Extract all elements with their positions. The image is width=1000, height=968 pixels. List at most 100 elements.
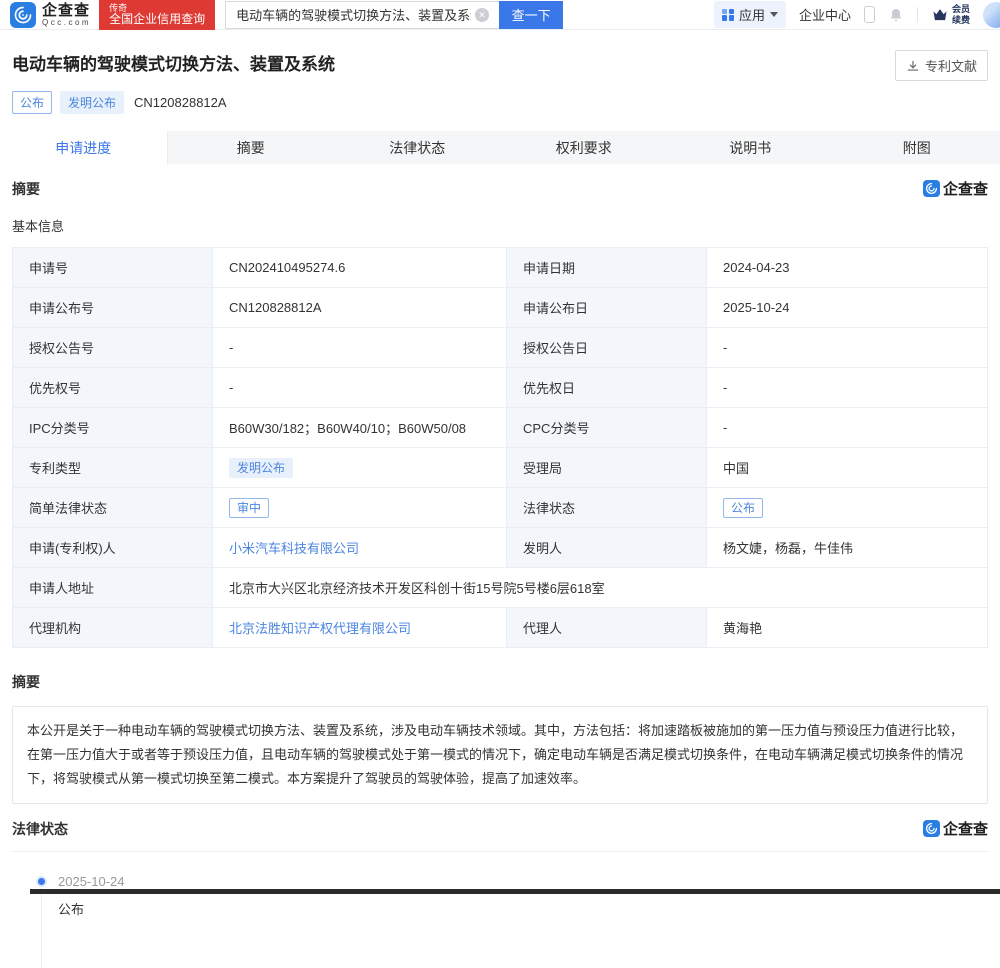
field-value: B60W30/182；B60W40/10；B60W50/08 bbox=[213, 408, 507, 448]
field-value: 小米汽车科技有限公司 bbox=[213, 528, 507, 568]
abstract-text: 本公开是关于一种电动车辆的驾驶模式切换方法、装置及系统，涉及电动车辆技术领域。其… bbox=[12, 706, 988, 804]
entity-link[interactable]: 小米汽车科技有限公司 bbox=[229, 541, 359, 556]
field-value: 审中 bbox=[213, 488, 507, 528]
field-label: 发明人 bbox=[507, 528, 707, 568]
tab-6[interactable]: 附图 bbox=[834, 131, 1000, 164]
qcc-watermark-icon bbox=[923, 820, 940, 837]
apps-label: 应用 bbox=[739, 5, 765, 24]
field-label: 简单法律状态 bbox=[13, 488, 213, 528]
ribbon-line2: 全国企业信用查询 bbox=[109, 13, 205, 27]
field-value: CN202410495274.6 bbox=[213, 248, 507, 288]
summary-section-title: 摘要 bbox=[12, 179, 40, 199]
tab-5[interactable]: 说明书 bbox=[667, 131, 834, 164]
table-row: IPC分类号B60W30/182；B60W40/10；B60W50/08CPC分… bbox=[13, 408, 988, 448]
field-label: 优先权号 bbox=[13, 368, 213, 408]
brand-block[interactable]: 企查查 Qcc.com bbox=[42, 3, 91, 27]
enterprise-center-link[interactable]: 企业中心 bbox=[799, 5, 851, 24]
table-row: 申请公布号CN120828812A申请公布日2025-10-24 bbox=[13, 288, 988, 328]
status-badge: 公布 bbox=[723, 498, 763, 518]
qcc-watermark: 企查查 bbox=[923, 178, 988, 199]
patent-document-button[interactable]: 专利文献 bbox=[895, 50, 988, 81]
field-label: CPC分类号 bbox=[507, 408, 707, 448]
tab-2[interactable]: 摘要 bbox=[168, 131, 335, 164]
apps-menu[interactable]: 应用 bbox=[714, 1, 786, 28]
field-label: 申请号 bbox=[13, 248, 213, 288]
nav-divider bbox=[917, 7, 918, 22]
field-label: 专利类型 bbox=[13, 448, 213, 488]
field-value: - bbox=[707, 328, 988, 368]
tab-1[interactable]: 申请进度 bbox=[0, 131, 168, 164]
field-value: - bbox=[213, 368, 507, 408]
timeline-date: 2025-10-24 bbox=[58, 874, 988, 889]
table-row: 授权公告号-授权公告日- bbox=[13, 328, 988, 368]
field-label: 受理局 bbox=[507, 448, 707, 488]
crown-icon bbox=[931, 7, 949, 23]
chevron-down-icon bbox=[770, 12, 778, 17]
field-label: 授权公告日 bbox=[507, 328, 707, 368]
field-value: 2024-04-23 bbox=[707, 248, 988, 288]
search-input[interactable] bbox=[225, 1, 499, 29]
field-value: 黄海艳 bbox=[707, 608, 988, 648]
qcc-logo-icon[interactable] bbox=[10, 2, 36, 28]
mobile-app-icon[interactable] bbox=[864, 6, 875, 23]
top-bar: 企查查 Qcc.com 传奇 全国企业信用查询 ✕ 查一下 应用 企业中心 bbox=[0, 0, 1000, 30]
field-value: CN120828812A bbox=[213, 288, 507, 328]
search-clear-icon[interactable]: ✕ bbox=[475, 8, 489, 22]
badge-row: 公布 发明公布 CN120828812A bbox=[12, 91, 988, 113]
field-label: 代理机构 bbox=[13, 608, 213, 648]
table-row: 申请号CN202410495274.6申请日期2024-04-23 bbox=[13, 248, 988, 288]
legal-status-section-title: 法律状态 bbox=[12, 819, 68, 839]
bell-icon[interactable] bbox=[888, 7, 904, 23]
table-row: 申请人地址北京市大兴区北京经济技术开发区科创十街15号院5号楼6层618室 bbox=[13, 568, 988, 608]
apps-grid-icon bbox=[722, 9, 734, 21]
table-row: 简单法律状态审中 法律状态公布 bbox=[13, 488, 988, 528]
bottom-edge-bar bbox=[30, 889, 1000, 894]
tab-4[interactable]: 权利要求 bbox=[501, 131, 668, 164]
field-label: 法律状态 bbox=[507, 488, 707, 528]
status-badge: 公布 bbox=[12, 91, 52, 114]
search-button[interactable]: 查一下 bbox=[499, 1, 563, 29]
basic-info-title: 基本信息 bbox=[12, 216, 988, 235]
field-label: 授权公告号 bbox=[13, 328, 213, 368]
field-label: 代理人 bbox=[507, 608, 707, 648]
field-label: 申请公布日 bbox=[507, 288, 707, 328]
member-renew-button[interactable]: 会员 续费 bbox=[931, 4, 970, 26]
field-value: 2025-10-24 bbox=[707, 288, 988, 328]
legal-status-section-header: 法律状态 企查查 bbox=[12, 818, 988, 839]
table-row: 优先权号-优先权日- bbox=[13, 368, 988, 408]
status-badge: 发明公布 bbox=[229, 458, 293, 478]
brand-ribbon: 传奇 全国企业信用查询 bbox=[99, 0, 215, 30]
field-value: 中国 bbox=[707, 448, 988, 488]
timeline-event: 公布 bbox=[58, 899, 988, 918]
page-title: 电动车辆的驾驶模式切换方法、装置及系统 bbox=[12, 50, 335, 75]
tab-bar: 申请进度摘要法律状态权利要求说明书附图 bbox=[0, 131, 1000, 164]
publication-number: CN120828812A bbox=[134, 95, 227, 110]
field-value: - bbox=[213, 328, 507, 368]
entity-link[interactable]: 北京法胜知识产权代理有限公司 bbox=[229, 621, 411, 636]
search-box: ✕ 查一下 bbox=[225, 1, 563, 29]
table-row: 申请(专利权)人小米汽车科技有限公司发明人杨文婕，杨磊，牛佳伟 bbox=[13, 528, 988, 568]
field-value: 杨文婕，杨磊，牛佳伟 bbox=[707, 528, 988, 568]
field-value: - bbox=[707, 368, 988, 408]
field-label: 申请公布号 bbox=[13, 288, 213, 328]
table-row: 专利类型发明公布 受理局中国 bbox=[13, 448, 988, 488]
abstract-section-title: 摘要 bbox=[12, 672, 988, 692]
title-row: 电动车辆的驾驶模式切换方法、装置及系统 专利文献 bbox=[12, 50, 988, 81]
member-text: 会员 续费 bbox=[952, 4, 970, 26]
qcc-watermark-icon bbox=[923, 180, 940, 197]
field-label: IPC分类号 bbox=[13, 408, 213, 448]
field-value: 公布 bbox=[707, 488, 988, 528]
tab-3[interactable]: 法律状态 bbox=[334, 131, 501, 164]
table-row: 代理机构 北京法胜知识产权代理有限公司 代理人黄海艳 bbox=[13, 608, 988, 648]
qcc-watermark: 企查查 bbox=[923, 818, 988, 839]
brand-domain: Qcc.com bbox=[42, 19, 91, 27]
main-content: 摘要 企查查 基本信息 申请号CN202410495274.6申请日期2024-… bbox=[0, 178, 1000, 918]
field-value: 发明公布 bbox=[213, 448, 507, 488]
section-divider bbox=[12, 851, 988, 852]
brand-name: 企查查 bbox=[42, 3, 91, 18]
basic-info-table: 申请号CN202410495274.6申请日期2024-04-23申请公布号CN… bbox=[12, 247, 988, 648]
field-label: 申请人地址 bbox=[13, 568, 213, 608]
status-badge: 审中 bbox=[229, 498, 269, 518]
field-value: 北京市大兴区北京经济技术开发区科创十街15号院5号楼6层618室 bbox=[213, 568, 988, 608]
avatar[interactable] bbox=[983, 2, 1000, 28]
